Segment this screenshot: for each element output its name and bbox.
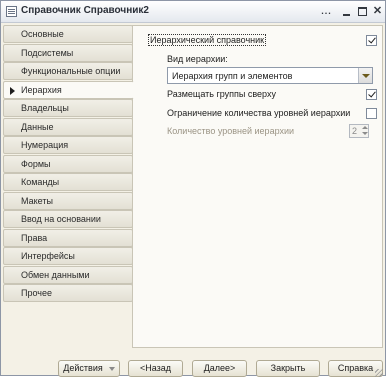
sidebar-item-label: Данные <box>21 121 54 132</box>
sidebar-item[interactable]: Права <box>3 228 133 247</box>
sidebar-item-label: Команды <box>21 177 60 187</box>
resize-grip-icon[interactable] <box>373 367 383 377</box>
sidebar-item-label: Основные <box>21 29 64 39</box>
window-title: Справочник Справочник2 <box>21 5 149 16</box>
groups-on-top-label: Размещать группы сверху <box>167 89 276 99</box>
sidebar-item[interactable]: Иерархия <box>3 80 134 99</box>
sidebar-item[interactable]: Формы <box>3 154 133 173</box>
selected-arrow-icon <box>10 86 15 95</box>
sidebar-item[interactable]: Данные <box>3 117 133 136</box>
hierarchy-type-label: Вид иерархии: <box>167 54 228 64</box>
sidebar-item-label: Обмен данными <box>21 269 90 280</box>
hierarchy-type-value: Иерархия групп и элементов <box>172 71 293 81</box>
actions-label: Действия <box>63 363 103 373</box>
minimize-icon <box>343 14 350 16</box>
groups-on-top-checkbox[interactable] <box>366 89 377 100</box>
sidebar-item[interactable]: Обмен данными <box>3 265 133 284</box>
maximize-button[interactable] <box>355 4 370 19</box>
back-button[interactable]: <Назад <box>128 360 183 377</box>
sidebar-item[interactable]: Интерфейсы <box>3 247 133 265</box>
sidebar-item-label: Интерфейсы <box>21 251 75 261</box>
minimize-button[interactable] <box>339 4 354 19</box>
sidebar-item[interactable]: Основные <box>3 25 133 43</box>
more-button[interactable]: ... <box>319 4 334 19</box>
sidebar-item-label: Формы <box>21 158 51 169</box>
sidebar-item-label: Права <box>21 232 48 243</box>
actions-button[interactable]: Действия <box>58 360 120 377</box>
sidebar-item[interactable]: Прочее <box>3 284 133 302</box>
maximize-icon <box>358 7 367 16</box>
chevron-down-icon <box>108 366 115 371</box>
sidebar-item[interactable]: Макеты <box>3 191 133 210</box>
window-icon <box>6 6 17 17</box>
sidebar-item[interactable]: Подсистемы <box>3 43 133 62</box>
sidebar-item-label: Нумерация <box>21 140 69 150</box>
sidebar-nav: Основные Подсистемы Функциональные опции Ие… <box>3 25 134 303</box>
hierarchical-label[interactable]: Иерархический справочник <box>148 34 267 46</box>
hierarchical-row: Иерархический справочник <box>148 34 267 46</box>
sidebar-item-label: Макеты <box>21 195 53 206</box>
levels-count-stepper[interactable]: 2 <box>349 124 369 138</box>
sidebar-item-label: Иерархия <box>21 84 62 95</box>
sidebar-item[interactable]: Ввод на основании <box>3 210 133 228</box>
spin-down-icon[interactable] <box>362 132 368 135</box>
sidebar-item-label: Функциональные опции <box>21 66 121 76</box>
spin-up-icon[interactable] <box>362 126 368 129</box>
sidebar-item[interactable]: Нумерация <box>3 136 133 154</box>
sidebar-item-label: Прочее <box>21 288 52 298</box>
close-window-button[interactable]: ✕ <box>370 4 385 19</box>
levels-count-value: 2 <box>352 126 358 136</box>
sidebar-item[interactable]: Владельцы <box>3 99 133 117</box>
hierarchy-panel: Иерархический справочник Вид иерархии: И… <box>132 25 383 348</box>
sidebar-item-label: Ввод на основании <box>21 214 101 224</box>
hierarchical-checkbox[interactable] <box>366 35 377 46</box>
next-button[interactable]: Далее> <box>192 360 247 377</box>
chevron-down-icon[interactable] <box>358 68 372 83</box>
limit-levels-checkbox[interactable] <box>366 108 377 119</box>
levels-count-label: Количество уровней иерархии <box>167 126 295 136</box>
close-button[interactable]: Закрыть <box>256 360 320 377</box>
sidebar-item[interactable]: Команды <box>3 173 133 191</box>
title-bar[interactable]: Справочник Справочник2 ... ✕ <box>1 1 385 23</box>
window: Справочник Справочник2 ... ✕ Основные Под… <box>0 0 386 377</box>
sidebar-item-label: Подсистемы <box>21 47 74 58</box>
sidebar-item[interactable]: Функциональные опции <box>3 62 133 80</box>
limit-levels-label: Ограничение количества уровней иерархии <box>167 108 351 118</box>
spin-arrows-icon[interactable] <box>361 125 368 137</box>
sidebar-item-label: Владельцы <box>21 103 69 113</box>
hierarchy-type-select[interactable]: Иерархия групп и элементов <box>167 67 373 84</box>
